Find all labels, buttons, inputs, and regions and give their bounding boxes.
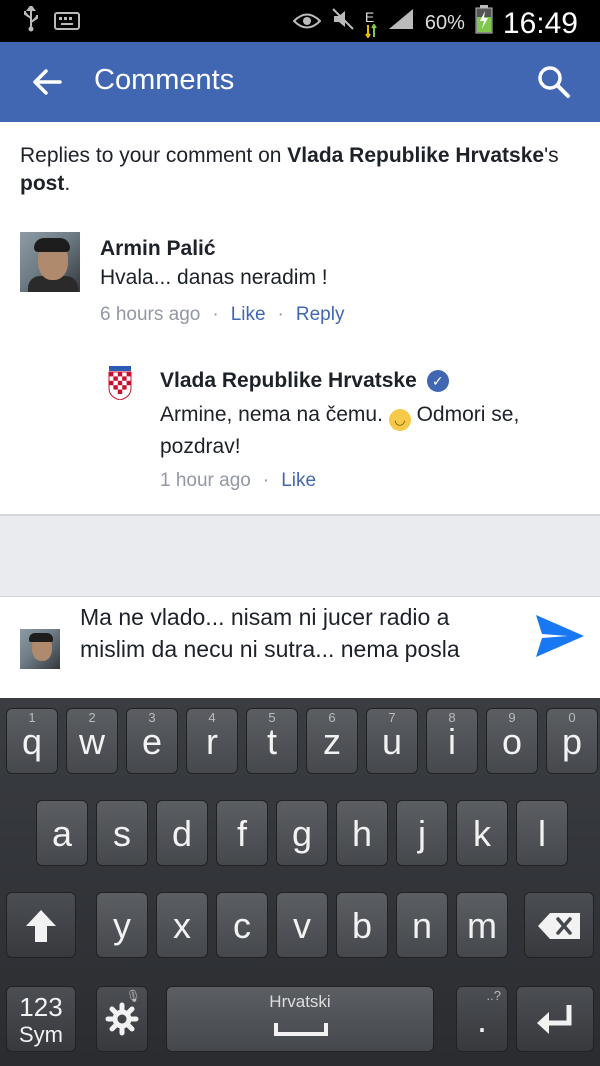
- reply-author: Vlada Republike Hrvatske ✓: [160, 369, 449, 393]
- key-a[interactable]: a: [36, 800, 88, 866]
- key-w[interactable]: 2w: [66, 708, 118, 774]
- key-y[interactable]: y: [96, 892, 148, 958]
- key-k[interactable]: k: [456, 800, 508, 866]
- comment-text: Hvala... danas neradim !: [100, 266, 328, 289]
- reply-text-part1: Armine, nema na čemu.: [160, 403, 389, 426]
- key-f[interactable]: f: [216, 800, 268, 866]
- reply-time: 1 hour ago: [160, 470, 251, 491]
- comment-meta: 6 hours ago · Like · Reply: [100, 304, 344, 326]
- comment-input[interactable]: Ma ne vlado... nisam ni jucer radio a mi…: [80, 601, 520, 697]
- back-arrow-icon[interactable]: [28, 62, 68, 102]
- reply-author-name[interactable]: Vlada Republike Hrvatske: [160, 369, 417, 393]
- avatar: [20, 629, 60, 669]
- verified-badge-icon: ✓: [426, 370, 449, 392]
- reply-meta: 1 hour ago · Like: [160, 470, 316, 492]
- like-button[interactable]: Like: [231, 304, 266, 326]
- intro-suffix: 's: [544, 144, 559, 167]
- key-s[interactable]: s: [96, 800, 148, 866]
- key-l[interactable]: l: [516, 800, 568, 866]
- separator-dot: ·: [277, 304, 284, 325]
- comment-time: 6 hours ago: [100, 304, 201, 325]
- key-m[interactable]: m: [456, 892, 508, 958]
- separator-dot: ·: [212, 304, 219, 325]
- key-c[interactable]: c: [216, 892, 268, 958]
- key-j[interactable]: j: [396, 800, 448, 866]
- search-icon[interactable]: [534, 62, 574, 102]
- comment-author[interactable]: Armin Palić: [100, 237, 216, 261]
- reply-like-button[interactable]: Like: [281, 470, 316, 492]
- enter-key[interactable]: [516, 986, 594, 1052]
- key-z[interactable]: 6z: [306, 708, 358, 774]
- keyboard-icon: [54, 9, 80, 39]
- key-t[interactable]: 5t: [246, 708, 298, 774]
- coat-of-arms-avatar[interactable]: [106, 366, 134, 401]
- backspace-key[interactable]: [524, 892, 594, 958]
- key-o[interactable]: 9o: [486, 708, 538, 774]
- space-key[interactable]: Hrvatski: [166, 986, 434, 1052]
- network-icon: E: [365, 10, 377, 38]
- key-b[interactable]: b: [336, 892, 388, 958]
- key-i[interactable]: 8i: [426, 708, 478, 774]
- key-g[interactable]: g: [276, 800, 328, 866]
- intro-prefix: Replies to your comment on: [20, 144, 288, 167]
- key-p[interactable]: 0p: [546, 708, 598, 774]
- key-u[interactable]: 7u: [366, 708, 418, 774]
- comments-thread: Replies to your comment on Vlada Republi…: [0, 122, 600, 514]
- key-d[interactable]: d: [156, 800, 208, 866]
- on-screen-keyboard: 1q 2w 3e 4r 5t 6z 7u 8i 9o 0p a s d f g …: [0, 698, 600, 1066]
- status-bar: E 60% 16:49: [0, 0, 600, 42]
- intro-page-name[interactable]: Vlada Republike Hrvatske: [287, 144, 544, 167]
- key-n[interactable]: n: [396, 892, 448, 958]
- page-title: Comments: [94, 64, 235, 96]
- smile-emoji-icon: ◡: [388, 409, 411, 431]
- key-e[interactable]: 3e: [126, 708, 178, 774]
- notification-header: Replies to your comment on Vlada Republi…: [20, 142, 580, 198]
- app-bar: Comments: [0, 42, 600, 122]
- intro-post-link[interactable]: post: [20, 172, 64, 195]
- settings-key[interactable]: 🎙: [96, 986, 148, 1052]
- clock: 16:49: [502, 6, 578, 40]
- reply-composer: Ma ne vlado... nisam ni jucer radio a mi…: [0, 596, 600, 698]
- empty-area: [0, 514, 600, 596]
- separator-dot: ·: [262, 470, 270, 491]
- avatar[interactable]: [20, 232, 80, 292]
- eye-icon: [292, 9, 322, 39]
- reply-text: Armine, nema na čemu. ◡ Odmori se, pozdr…: [160, 399, 560, 462]
- battery-percent: 60%: [424, 12, 465, 34]
- battery-charging-icon: [475, 4, 493, 43]
- usb-icon: [22, 4, 40, 41]
- intro-period: .: [64, 172, 71, 195]
- shift-key[interactable]: [6, 892, 76, 958]
- symbols-key[interactable]: 123 Sym: [6, 986, 76, 1052]
- key-h[interactable]: h: [336, 800, 388, 866]
- key-q[interactable]: 1q: [6, 708, 58, 774]
- reply-button[interactable]: Reply: [296, 304, 345, 326]
- period-key[interactable]: ..? .: [456, 986, 508, 1052]
- divider: [0, 514, 600, 516]
- key-r[interactable]: 4r: [186, 708, 238, 774]
- signal-icon: [387, 7, 415, 40]
- send-icon[interactable]: [534, 613, 586, 659]
- mute-icon: [331, 7, 355, 40]
- key-x[interactable]: x: [156, 892, 208, 958]
- key-v[interactable]: v: [276, 892, 328, 958]
